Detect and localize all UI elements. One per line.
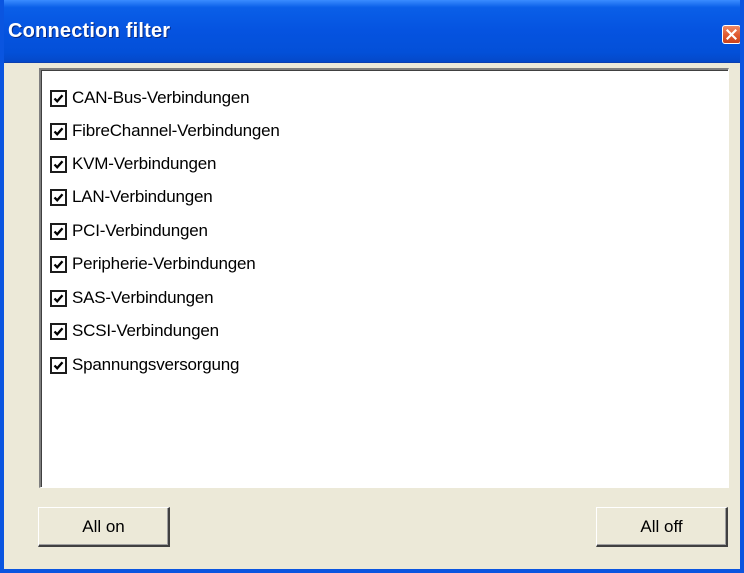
list-item-pci[interactable]: PCI-Verbindungen <box>50 219 208 243</box>
checkbox-spannungsversorgung[interactable] <box>50 356 67 374</box>
list-item-lan[interactable]: LAN-Verbindungen <box>50 185 213 209</box>
list-item-label: Spannungsversorgung <box>72 355 240 374</box>
checkmark-icon <box>53 259 64 269</box>
list-item-fibrechannel[interactable]: FibreChannel-Verbindungen <box>50 119 280 143</box>
window-title: Connection filter <box>8 20 171 42</box>
checkmark-icon <box>53 226 64 236</box>
list-item-can-bus[interactable]: CAN-Bus-Verbindungen <box>50 86 250 110</box>
checkbox-sas[interactable] <box>50 289 67 307</box>
list-item-label: CAN-Bus-Verbindungen <box>72 88 250 107</box>
list-item-scsi[interactable]: SCSI-Verbindungen <box>50 319 219 343</box>
checkbox-can-bus[interactable] <box>50 89 67 107</box>
list-item-label: KVM-Verbindungen <box>72 154 217 173</box>
checkmark-icon <box>53 326 64 336</box>
title-bar[interactable]: Connection filter <box>4 0 740 63</box>
checkmark-icon <box>53 293 64 303</box>
connection-filter-dialog: Connection filter CAN-Bus-Verbindungen F… <box>0 0 744 573</box>
list-item-kvm[interactable]: KVM-Verbindungen <box>50 152 216 176</box>
checkbox-pci[interactable] <box>50 222 67 240</box>
checkmark-icon <box>53 159 64 169</box>
close-button[interactable] <box>722 25 740 44</box>
checkbox-peripherie[interactable] <box>50 255 67 273</box>
list-item-label: LAN-Verbindungen <box>72 187 213 206</box>
list-item-label: SAS-Verbindungen <box>72 288 214 307</box>
checkbox-fibrechannel[interactable] <box>50 122 67 140</box>
list-item-spannungsversorgung[interactable]: Spannungsversorgung <box>50 353 239 377</box>
list-item-label: SCSI-Verbindungen <box>72 321 219 340</box>
list-item-label: PCI-Verbindungen <box>72 221 208 240</box>
list-item-label: Peripherie-Verbindungen <box>72 254 256 273</box>
checkbox-scsi[interactable] <box>50 322 67 340</box>
all-off-button[interactable]: All off <box>596 507 728 547</box>
list-item-sas[interactable]: SAS-Verbindungen <box>50 286 214 310</box>
all-on-button[interactable]: All on <box>38 507 170 547</box>
checkmark-icon <box>53 192 64 202</box>
connection-filter-list[interactable]: CAN-Bus-Verbindungen FibreChannel-Verbin… <box>39 68 729 488</box>
checkmark-icon <box>53 360 64 370</box>
list-item-peripherie[interactable]: Peripherie-Verbindungen <box>50 252 256 276</box>
checkbox-kvm[interactable] <box>50 155 67 173</box>
close-icon <box>726 29 737 40</box>
checkmark-icon <box>53 126 64 136</box>
checkmark-icon <box>53 93 64 103</box>
list-item-label: FibreChannel-Verbindungen <box>72 121 280 140</box>
checkbox-lan[interactable] <box>50 188 67 206</box>
